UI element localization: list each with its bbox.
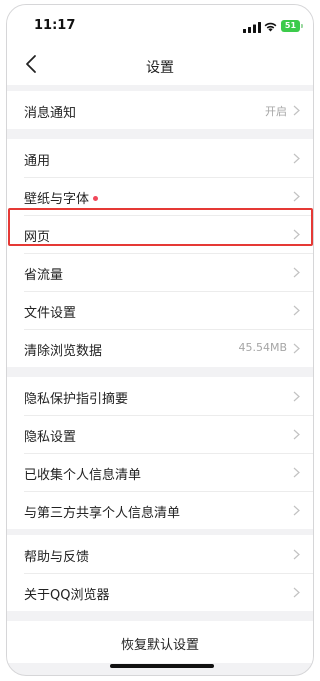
row-label: 关于QQ浏览器 (24, 588, 110, 603)
status-bar: 11:17 51 (7, 5, 313, 43)
row-label: 已收集个人信息清单 (24, 468, 142, 483)
settings-group-general: 通用 壁纸与字体 网页 省流量 文件设置 清除浏览数据 45.54MB (7, 139, 313, 367)
chevron-right-icon (293, 191, 300, 202)
red-dot-badge (93, 196, 99, 201)
chevron-right-icon (293, 505, 300, 516)
chevron-right-icon (293, 467, 300, 478)
chevron-right-icon (293, 229, 300, 240)
settings-row-data-saver[interactable]: 省流量 (7, 253, 313, 291)
row-value: 开启 (265, 105, 287, 118)
row-label: 网页 (24, 230, 51, 245)
page-title: 设置 (146, 60, 174, 76)
row-value: 45.54MB (238, 341, 287, 354)
settings-row-webpage[interactable]: 网页 (7, 215, 313, 253)
row-label: 清除浏览数据 (24, 344, 103, 359)
row-label: 隐私设置 (24, 430, 77, 445)
phone-screen: 11:17 51 设置 消息通知 开启 通用 壁纸与字体 网页 省流量 文件设置… (6, 4, 314, 676)
reset-defaults-label: 恢复默认设置 (120, 638, 199, 653)
settings-row-general[interactable]: 通用 (7, 139, 313, 177)
settings-row-privacy-summary[interactable]: 隐私保护指引摘要 (7, 377, 313, 415)
row-label: 消息通知 (24, 106, 77, 121)
chevron-right-icon (293, 305, 300, 316)
row-label: 文件设置 (24, 306, 77, 321)
chevron-right-icon (293, 105, 300, 116)
chevron-right-icon (293, 429, 300, 440)
row-label: 省流量 (24, 268, 64, 283)
chevron-right-icon (293, 549, 300, 560)
row-label: 与第三方共享个人信息清单 (24, 506, 181, 521)
settings-row-collected-info[interactable]: 已收集个人信息清单 (7, 453, 313, 491)
settings-row-privacy-settings[interactable]: 隐私设置 (7, 415, 313, 453)
settings-row-notifications[interactable]: 消息通知 开启 (7, 91, 313, 129)
row-label: 帮助与反馈 (24, 550, 90, 565)
home-indicator (110, 664, 214, 668)
chevron-right-icon (293, 343, 300, 354)
settings-row-file-settings[interactable]: 文件设置 (7, 291, 313, 329)
status-time: 11:17 (34, 18, 76, 33)
settings-row-shared-info[interactable]: 与第三方共享个人信息清单 (7, 491, 313, 529)
settings-group-notifications: 消息通知 开启 (7, 91, 313, 129)
settings-row-wallpaper-font[interactable]: 壁纸与字体 (7, 177, 313, 215)
settings-row-clear-data[interactable]: 清除浏览数据 45.54MB (7, 329, 313, 367)
row-label: 通用 (24, 154, 51, 169)
chevron-right-icon (293, 153, 300, 164)
cellular-signal-icon (243, 22, 261, 33)
settings-group-about: 帮助与反馈 关于QQ浏览器 (7, 535, 313, 611)
chevron-right-icon (293, 391, 300, 402)
nav-bar: 设置 (7, 43, 313, 85)
battery-level: 51 (281, 20, 300, 32)
wifi-icon (264, 22, 277, 32)
row-label: 壁纸与字体 (24, 188, 99, 207)
chevron-right-icon (293, 587, 300, 598)
chevron-right-icon (293, 267, 300, 278)
battery-icon: 51 (281, 20, 303, 32)
settings-row-about[interactable]: 关于QQ浏览器 (7, 573, 313, 611)
settings-group-privacy: 隐私保护指引摘要 隐私设置 已收集个人信息清单 与第三方共享个人信息清单 (7, 377, 313, 529)
row-label: 隐私保护指引摘要 (24, 392, 129, 407)
settings-row-help-feedback[interactable]: 帮助与反馈 (7, 535, 313, 573)
reset-defaults-button[interactable]: 恢复默认设置 (7, 621, 313, 663)
